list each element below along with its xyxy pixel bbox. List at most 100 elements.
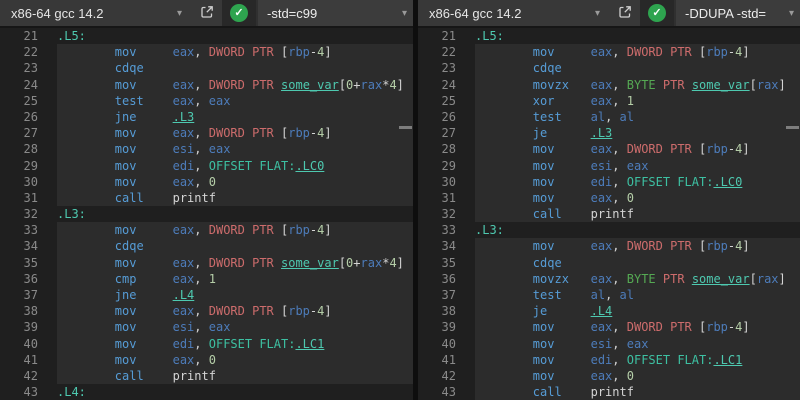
asm-line[interactable]: 36 cmp eax, 1: [0, 271, 413, 287]
asm-line[interactable]: 28 mov eax, DWORD PTR [rbp-4]: [418, 141, 800, 157]
asm-line[interactable]: 30 mov edi, OFFSET FLAT:.LC0: [418, 174, 800, 190]
line-number: 31: [0, 190, 57, 206]
asm-code: test al, al: [475, 109, 800, 125]
asm-code: cdqe: [57, 60, 413, 76]
asm-label-link[interactable]: .LC1: [295, 337, 324, 351]
asm-line[interactable]: 43 call printf: [418, 384, 800, 400]
asm-line[interactable]: 40 mov esi, eax: [418, 336, 800, 352]
line-number: 22: [0, 44, 57, 60]
scrollbar-marker[interactable]: [786, 126, 799, 129]
open-in-new-tab-button[interactable]: [192, 0, 222, 26]
line-number: 21: [418, 28, 475, 44]
compiler-options-value: -std=c99: [267, 6, 400, 21]
asm-line[interactable]: 41 mov edi, OFFSET FLAT:.LC1: [418, 352, 800, 368]
asm-code: mov eax, 0: [57, 174, 413, 190]
line-number: 39: [0, 319, 57, 335]
asm-line[interactable]: 23 cdqe: [0, 60, 413, 76]
asm-label-link[interactable]: .L4: [591, 304, 613, 318]
asm-output-editor-left[interactable]: 21.L5:22 mov eax, DWORD PTR [rbp-4]23 cd…: [0, 28, 413, 400]
line-number: 25: [418, 93, 475, 109]
asm-line[interactable]: 41 mov eax, 0: [0, 352, 413, 368]
line-number: 38: [0, 303, 57, 319]
asm-line[interactable]: 39 mov esi, eax: [0, 319, 413, 335]
chevron-down-icon: ▾: [400, 8, 409, 19]
asm-line[interactable]: 33 mov eax, DWORD PTR [rbp-4]: [0, 222, 413, 238]
asm-label-link[interactable]: .L3: [591, 126, 613, 140]
asm-code: mov edi, OFFSET FLAT:.LC0: [475, 174, 800, 190]
asm-label-link[interactable]: some_var: [692, 78, 750, 92]
asm-line[interactable]: 40 mov edi, OFFSET FLAT:.LC1: [0, 336, 413, 352]
asm-line[interactable]: 33.L3:: [418, 222, 800, 238]
asm-line[interactable]: 42 mov eax, 0: [418, 368, 800, 384]
asm-line[interactable]: 27 mov eax, DWORD PTR [rbp-4]: [0, 125, 413, 141]
asm-line[interactable]: 32 call printf: [418, 206, 800, 222]
line-number: 26: [0, 109, 57, 125]
asm-code: mov esi, eax: [57, 319, 413, 335]
asm-label-link[interactable]: .LC1: [713, 353, 742, 367]
asm-line[interactable]: 38 je .L4: [418, 303, 800, 319]
asm-label-link[interactable]: .LC0: [713, 175, 742, 189]
asm-line[interactable]: 30 mov eax, 0: [0, 174, 413, 190]
compiler-explorer-window: x86-64 gcc 14.2 ▾ ✓ -std=c99 ▾: [0, 0, 800, 400]
line-number: 42: [418, 368, 475, 384]
asm-line[interactable]: 29 mov edi, OFFSET FLAT:.LC0: [0, 158, 413, 174]
asm-line[interactable]: 26 jne .L3: [0, 109, 413, 125]
asm-line[interactable]: 42 call printf: [0, 368, 413, 384]
asm-line[interactable]: 27 je .L3: [418, 125, 800, 141]
asm-code: je .L4: [475, 303, 800, 319]
asm-line[interactable]: 24 mov eax, DWORD PTR some_var[0+rax*4]: [0, 77, 413, 93]
asm-line[interactable]: 25 xor eax, 1: [418, 93, 800, 109]
asm-output-editor-right[interactable]: 21.L5:22 mov eax, DWORD PTR [rbp-4]23 cd…: [418, 28, 800, 400]
asm-label-link[interactable]: some_var: [281, 78, 339, 92]
asm-line[interactable]: 31 mov eax, 0: [418, 190, 800, 206]
asm-line[interactable]: 37 jne .L4: [0, 287, 413, 303]
scrollbar-marker[interactable]: [399, 126, 412, 129]
asm-line[interactable]: 24 movzx eax, BYTE PTR some_var[rax]: [418, 77, 800, 93]
chevron-down-icon: ▾: [175, 8, 184, 19]
asm-line[interactable]: 25 test eax, eax: [0, 93, 413, 109]
asm-label-link[interactable]: some_var: [281, 256, 339, 270]
asm-code: je .L3: [475, 125, 800, 141]
asm-code: mov esi, eax: [57, 141, 413, 157]
compiler-options-input[interactable]: -std=c99 ▾: [258, 0, 413, 26]
asm-line[interactable]: 39 mov eax, DWORD PTR [rbp-4]: [418, 319, 800, 335]
compile-status[interactable]: ✓: [640, 0, 674, 26]
asm-code: call printf: [57, 368, 413, 384]
asm-line[interactable]: 21.L5:: [418, 28, 800, 44]
asm-line[interactable]: 22 mov eax, DWORD PTR [rbp-4]: [418, 44, 800, 60]
line-number: 29: [0, 158, 57, 174]
asm-line[interactable]: 28 mov esi, eax: [0, 141, 413, 157]
asm-line[interactable]: 21.L5:: [0, 28, 413, 44]
asm-line[interactable]: 31 call printf: [0, 190, 413, 206]
asm-code: .L4:: [57, 384, 413, 400]
asm-line[interactable]: 43.L4:: [0, 384, 413, 400]
asm-code: jne .L4: [57, 287, 413, 303]
asm-label-link[interactable]: .L3: [173, 110, 195, 124]
line-number: 39: [418, 319, 475, 335]
asm-line[interactable]: 35 mov eax, DWORD PTR some_var[0+rax*4]: [0, 255, 413, 271]
asm-line[interactable]: 37 test al, al: [418, 287, 800, 303]
asm-line[interactable]: 26 test al, al: [418, 109, 800, 125]
asm-line[interactable]: 34 mov eax, DWORD PTR [rbp-4]: [418, 238, 800, 254]
compiler-options-value: -DDUPA -std=: [685, 6, 787, 21]
asm-label-link[interactable]: some_var: [692, 272, 750, 286]
asm-code: cdqe: [475, 255, 800, 271]
open-in-new-tab-button[interactable]: [610, 0, 640, 26]
asm-code: mov eax, 0: [57, 352, 413, 368]
asm-label-link[interactable]: .L4: [173, 288, 195, 302]
asm-line[interactable]: 34 cdqe: [0, 238, 413, 254]
asm-line[interactable]: 32.L3:: [0, 206, 413, 222]
check-circle-icon: ✓: [230, 4, 248, 22]
compiler-picker[interactable]: x86-64 gcc 14.2 ▾: [418, 0, 610, 26]
asm-line[interactable]: 36 movzx eax, BYTE PTR some_var[rax]: [418, 271, 800, 287]
line-number: 27: [418, 125, 475, 141]
asm-line[interactable]: 35 cdqe: [418, 255, 800, 271]
asm-line[interactable]: 23 cdqe: [418, 60, 800, 76]
asm-label-link[interactable]: .LC0: [295, 159, 324, 173]
asm-line[interactable]: 38 mov eax, DWORD PTR [rbp-4]: [0, 303, 413, 319]
asm-line[interactable]: 29 mov esi, eax: [418, 158, 800, 174]
asm-line[interactable]: 22 mov eax, DWORD PTR [rbp-4]: [0, 44, 413, 60]
compiler-options-input[interactable]: -DDUPA -std= ▾: [676, 0, 800, 26]
compile-status[interactable]: ✓: [222, 0, 256, 26]
compiler-picker[interactable]: x86-64 gcc 14.2 ▾: [0, 0, 192, 26]
